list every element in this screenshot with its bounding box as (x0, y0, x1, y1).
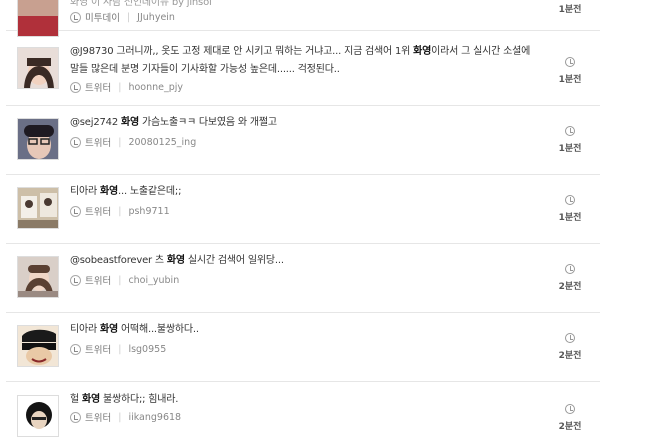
username-link[interactable]: lsg0955 (128, 344, 166, 355)
post-text: 헐 화영 불쌍하다;; 힘내라. (70, 394, 179, 405)
clock-icon (565, 195, 575, 205)
username-link[interactable]: iikang9618 (128, 412, 181, 423)
source-label[interactable]: 트위터 (85, 273, 111, 287)
username-link[interactable]: 20080125_ing (128, 137, 196, 148)
post-text: @sobeastforever 츠 화영 실시간 검색어 일위당... (70, 255, 284, 266)
post-meta: 트위터 | lsg0955 (70, 342, 166, 356)
post-text: @J98730 그러니까,, 옷도 고정 제대로 안 시키고 뭐하는 거냐고..… (70, 46, 531, 75)
highlight-keyword: 화영 (81, 394, 100, 405)
post-meta: 트위터 | choi_yubin (70, 273, 179, 287)
clock-icon (565, 57, 575, 67)
clock-icon (565, 333, 575, 343)
twitter-icon (70, 205, 81, 217)
avatar[interactable] (17, 118, 59, 160)
avatar-image (18, 119, 58, 159)
separator: | (118, 343, 122, 355)
source-label[interactable]: 트위터 (85, 135, 111, 149)
twitter-icon (70, 411, 81, 423)
highlight-keyword: 화영 (413, 46, 432, 57)
source-label[interactable]: 트위터 (85, 410, 111, 424)
username-link[interactable]: choi_yubin (128, 275, 179, 286)
post-time: 1분전 (558, 5, 582, 15)
source-label[interactable]: 트위터 (85, 204, 111, 218)
source-label[interactable]: 트위터 (85, 80, 111, 94)
highlight-keyword: 화영 (166, 255, 185, 266)
avatar-image (18, 0, 58, 36)
twitter-icon (70, 343, 81, 355)
clock-icon (565, 264, 575, 274)
avatar[interactable] (17, 325, 59, 367)
separator: | (118, 205, 122, 217)
separator: | (118, 411, 122, 423)
list-item: 티아라 화영... 노출같은데;; 트위터 | psh9711 1분전 (6, 175, 600, 244)
list-item: @sobeastforever 츠 화영 실시간 검색어 일위당... 트위터 … (6, 244, 600, 313)
post-meta: 트위터 | hoonne_pjy (70, 80, 183, 94)
source-label[interactable]: 트위터 (85, 342, 111, 356)
list-item: 화영 이 사람 전인데이뉴 by jinsol 미투데이 | JJuhyein … (6, 0, 600, 37)
twitter-icon (70, 136, 81, 148)
clock-icon (565, 126, 575, 136)
post-time: 1분전 (550, 126, 590, 154)
post-meta: 트위터 | 20080125_ing (70, 135, 196, 149)
separator: | (126, 11, 131, 23)
post-time: 2분전 (550, 404, 590, 432)
post-time: 2분전 (550, 333, 590, 361)
highlight-keyword: 화영 (99, 186, 118, 197)
avatar[interactable] (17, 0, 59, 37)
avatar-image (18, 48, 58, 88)
post-time: 2분전 (550, 264, 590, 292)
avatar[interactable] (17, 187, 59, 229)
post-time: 1분전 (550, 57, 590, 85)
list-item: @sej2742 화영 가슴노출ㅋㅋ 다보였음 와 개쩔고 트위터 | 2008… (6, 106, 600, 175)
avatar[interactable] (17, 47, 59, 89)
username-link[interactable]: JJuhyein (137, 12, 175, 23)
source-label[interactable]: 미투데이 (85, 10, 120, 24)
separator: | (118, 136, 122, 148)
list-item: @J98730 그러니까,, 옷도 고정 제대로 안 시키고 뭐하는 거냐고..… (6, 37, 600, 106)
highlight-keyword: 화영 (120, 117, 139, 128)
avatar-image (18, 188, 58, 228)
avatar[interactable] (17, 256, 59, 298)
post-text: 티아라 화영 어떡해...불쌍하다.. (70, 324, 199, 335)
post-text: 티아라 화영... 노출같은데;; (70, 186, 182, 197)
separator: | (118, 81, 122, 93)
list-item: 헐 화영 불쌍하다;; 힘내라. 트위터 | iikang9618 2분전 (6, 382, 600, 442)
highlight-keyword: 화영 (99, 324, 118, 335)
list-item: 티아라 화영 어떡해...불쌍하다.. 트위터 | lsg0955 2분전 (6, 313, 600, 382)
post-time: 1분전 (550, 195, 590, 223)
username-link[interactable]: hoonne_pjy (128, 82, 183, 93)
post-meta: 미투데이 | JJuhyein (70, 10, 175, 24)
avatar-image (18, 396, 58, 436)
twitter-icon (70, 81, 81, 93)
avatar-image (18, 326, 58, 366)
clock-icon (565, 404, 575, 414)
separator: | (118, 274, 122, 286)
post-text: @sej2742 화영 가슴노출ㅋㅋ 다보였음 와 개쩔고 (70, 117, 277, 128)
post-meta: 트위터 | iikang9618 (70, 410, 181, 424)
avatar[interactable] (17, 395, 59, 437)
source-icon (70, 11, 81, 23)
avatar-image (18, 257, 58, 297)
twitter-icon (70, 274, 81, 286)
username-link[interactable]: psh9711 (128, 206, 169, 217)
post-meta: 트위터 | psh9711 (70, 204, 170, 218)
